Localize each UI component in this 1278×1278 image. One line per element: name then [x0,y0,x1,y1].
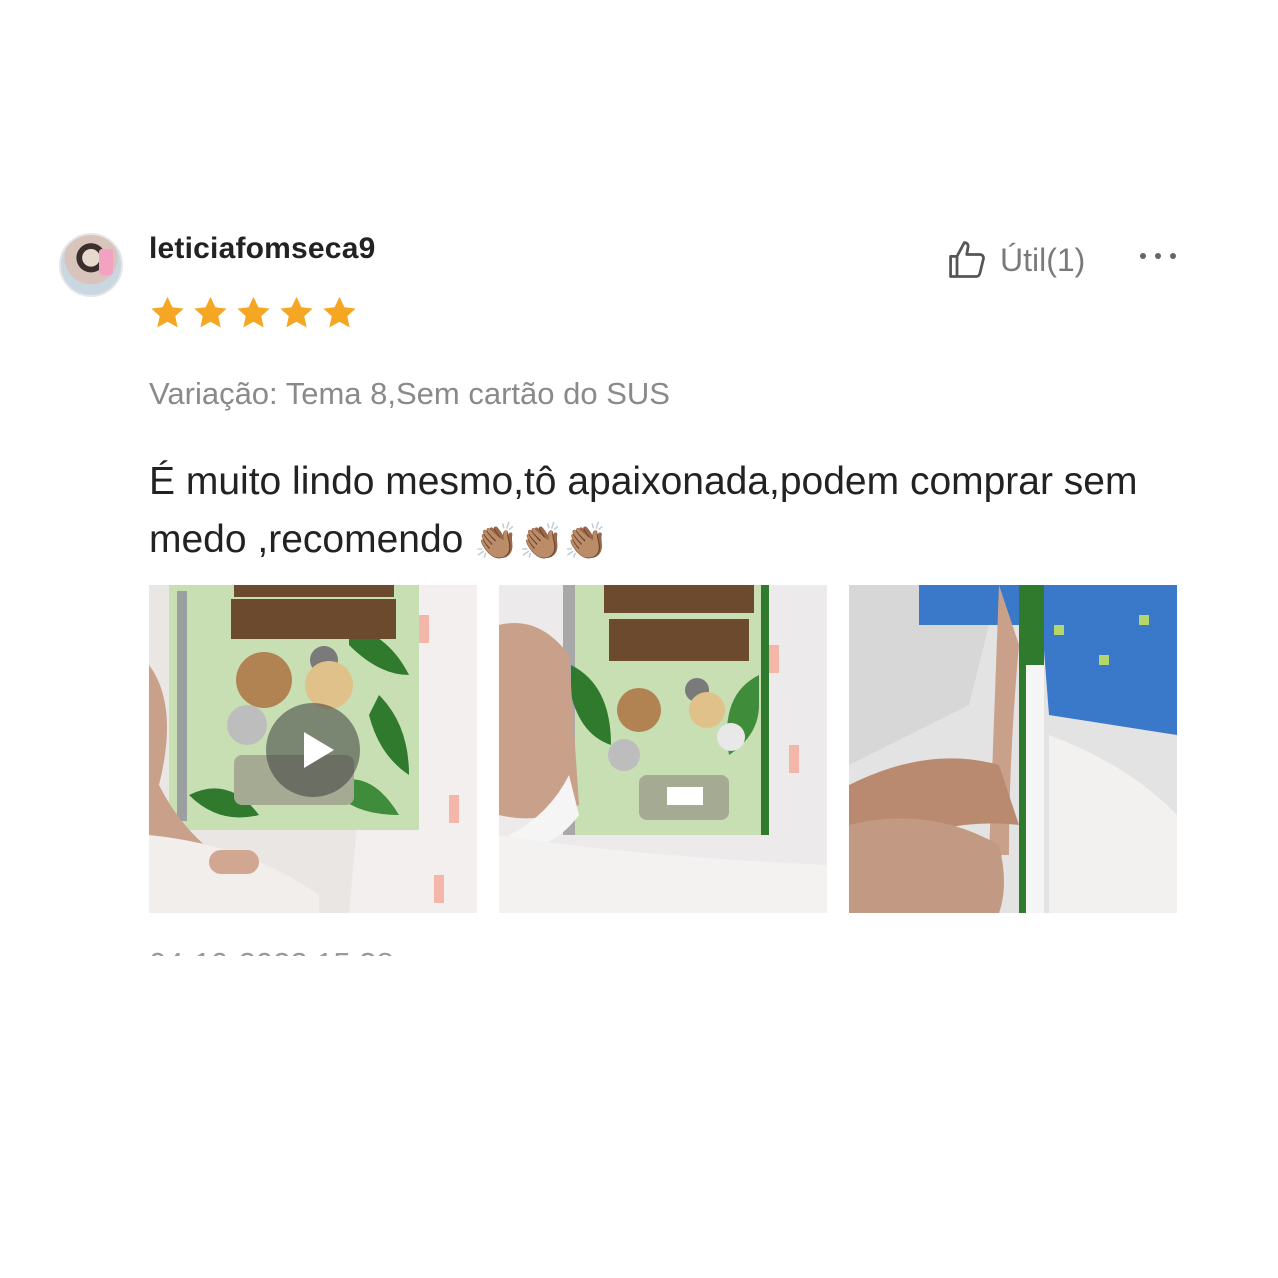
review-video-thumbnail[interactable] [149,585,477,913]
reviewer-username[interactable]: leticiafomseca9 [149,232,375,266]
helpful-label: Útil(1) [1000,241,1086,278]
helpful-button[interactable]: Útil(1) [946,238,1085,282]
review-comment: É muito lindo mesmo,tô apaixonada,podem … [149,453,1149,571]
review-date: 04-10-2022 15:38 [149,940,394,956]
rating-stars [148,294,359,332]
image-frame [849,585,1177,913]
review-comment-text: É muito lindo mesmo,tô apaixonada,podem … [149,460,1138,561]
clapping-hands-emoji: 👏🏽👏🏽👏🏽 [474,520,609,562]
star-icon [280,296,313,328]
variation-text: Variação: Tema 8,Sem cartão do SUS [149,376,670,411]
star-icon [323,296,356,328]
review-image-thumbnail[interactable] [499,585,827,913]
play-icon[interactable] [266,703,360,797]
star-icon [151,296,184,328]
star-icon [194,296,227,328]
review-image-thumbnail[interactable] [849,585,1177,913]
review-card: leticiafomseca9 Útil(1) Variação: Tema 8… [0,0,1278,1278]
more-options-icon[interactable] [1140,238,1176,274]
star-icon [237,296,270,328]
image-frame [499,585,827,913]
thumbs-up-icon [949,241,985,278]
avatar[interactable] [59,233,123,297]
